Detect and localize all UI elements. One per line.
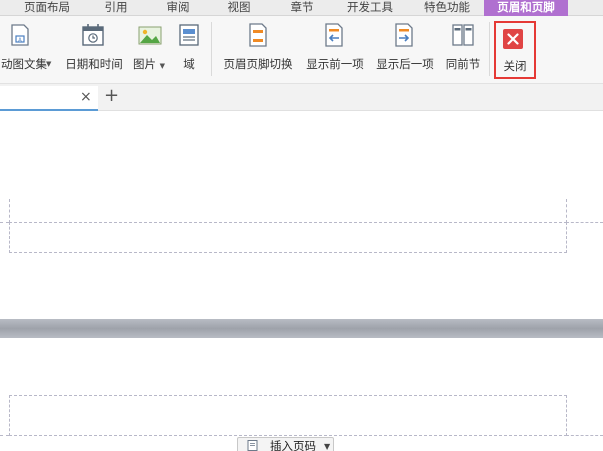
picture-icon xyxy=(138,26,162,45)
header-footer-switch-label: 页眉页脚切换 xyxy=(223,57,293,71)
close-tab-icon[interactable]: × xyxy=(80,89,92,105)
boundary-line xyxy=(0,435,9,436)
text-box-icon: A xyxy=(11,24,29,46)
show-next-label: 显示后一项 xyxy=(376,57,434,71)
tab-special-features[interactable]: 特色功能 xyxy=(414,0,480,16)
document-tab-strip: × + xyxy=(0,84,603,111)
document-canvas[interactable] xyxy=(0,111,603,451)
boundary-line xyxy=(0,222,9,223)
same-as-previous-button[interactable]: 同前节 xyxy=(442,18,484,80)
tab-references[interactable]: 引用 xyxy=(96,0,136,16)
field-icon xyxy=(179,24,199,46)
show-next-icon xyxy=(395,23,413,47)
page-footer-area[interactable] xyxy=(9,222,567,253)
boundary-line xyxy=(566,199,567,223)
ribbon-separator xyxy=(489,22,490,76)
new-tab-icon[interactable]: + xyxy=(104,86,119,106)
boundary-line xyxy=(566,435,603,436)
menu-tab-bar: 页面布局 引用 审阅 视图 章节 开发工具 特色功能 页眉和页脚 xyxy=(0,0,603,16)
insert-page-number-button[interactable]: 插入页码 ▼ xyxy=(237,437,334,451)
tab-review[interactable]: 审阅 xyxy=(158,0,198,16)
show-previous-icon xyxy=(325,23,343,47)
svg-text:A: A xyxy=(18,38,22,44)
page-number-icon xyxy=(247,440,258,451)
show-previous-label: 显示前一项 xyxy=(306,57,364,71)
document-tab[interactable]: × xyxy=(0,86,98,111)
show-previous-button[interactable]: 显示前一项 xyxy=(302,18,368,80)
text-box-button[interactable]: A 动图文集 ▼ xyxy=(0,18,54,80)
field-label: 域 xyxy=(183,57,195,71)
same-as-previous-label: 同前节 xyxy=(445,57,481,71)
ribbon-separator xyxy=(211,22,212,76)
picture-button[interactable]: 图片 ▼ xyxy=(130,18,170,80)
chevron-down-icon: ▼ xyxy=(46,60,52,68)
tab-view[interactable]: 视图 xyxy=(219,0,259,16)
close-highlight-box xyxy=(494,21,536,79)
insert-page-number-label: 插入页码 xyxy=(270,439,316,451)
chevron-down-icon: ▼ xyxy=(159,62,166,70)
tab-header-footer[interactable]: 页眉和页脚 xyxy=(484,0,568,16)
tab-developer-tools[interactable]: 开发工具 xyxy=(337,0,403,16)
date-time-button[interactable]: 日期和时间 xyxy=(62,18,126,80)
header-footer-switch-icon xyxy=(249,23,267,47)
boundary-line xyxy=(566,222,603,223)
tab-page-layout[interactable]: 页面布局 xyxy=(14,0,80,16)
picture-label: 图片 ▼ xyxy=(132,57,166,71)
header-footer-switch-button[interactable]: 页眉页脚切换 xyxy=(218,18,298,80)
chevron-down-icon: ▼ xyxy=(324,442,331,451)
boundary-line xyxy=(9,199,10,223)
same-as-previous-icon xyxy=(452,24,474,46)
field-button[interactable]: 域 xyxy=(174,18,204,80)
tab-chapter[interactable]: 章节 xyxy=(282,0,322,16)
show-next-button[interactable]: 显示后一项 xyxy=(372,18,438,80)
page-separator xyxy=(0,319,603,338)
page-header-area[interactable] xyxy=(9,395,567,436)
date-time-label: 日期和时间 xyxy=(65,57,123,71)
calendar-icon xyxy=(82,24,104,46)
